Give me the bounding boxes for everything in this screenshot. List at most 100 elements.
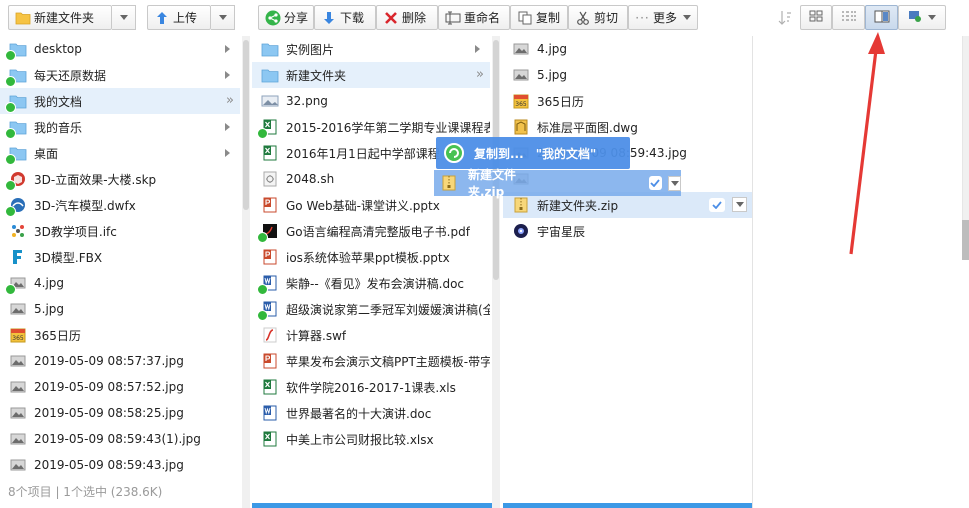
list-item[interactable]: 宇宙星辰 xyxy=(503,218,753,244)
image-file-icon xyxy=(8,300,28,318)
new-folder-dropdown[interactable] xyxy=(112,5,136,30)
list-item-label: 2015-2016学年第二学期专业课课程表 xyxy=(286,120,490,135)
grid-view-icon xyxy=(809,10,823,25)
copy-label: 复制 xyxy=(536,11,561,25)
new-folder-button[interactable]: 新建文件夹 xyxy=(8,5,112,30)
list-item[interactable]: 2019-05-09 08:57:37.jpg xyxy=(0,348,240,374)
list-item[interactable]: 苹果发布会演示文稿PPT主题模板-带字 xyxy=(252,348,490,374)
list-item[interactable]: 每天还原数据 xyxy=(0,62,240,88)
column-1-scrollbar[interactable] xyxy=(242,36,250,508)
excel-file-icon xyxy=(260,378,280,396)
list-item[interactable]: desktop xyxy=(0,36,240,62)
preview-scroll-thumb[interactable] xyxy=(962,220,969,260)
list-item[interactable]: 2019-05-09 08:57:52.jpg xyxy=(0,374,240,400)
list-item[interactable]: 4.jpg xyxy=(0,270,240,296)
sync-badge-icon xyxy=(5,206,16,217)
list-item-label: 桌面 xyxy=(34,146,59,161)
list-item[interactable]: 实例图片 xyxy=(252,36,490,62)
upload-button[interactable]: 上传 xyxy=(147,5,211,30)
list-item-label: 计算器.swf xyxy=(286,328,347,343)
list-item[interactable]: ios系统体验苹果ppt模板.pptx xyxy=(252,244,490,270)
upload-dropdown[interactable] xyxy=(211,5,235,30)
chevron-right-icon xyxy=(225,71,230,79)
share-button[interactable]: 分享 xyxy=(258,5,314,30)
sync-badge-icon xyxy=(257,310,268,321)
sync-badge-icon xyxy=(5,50,16,61)
display-settings-icon xyxy=(908,9,922,26)
list-view-icon xyxy=(841,10,857,25)
scissors-icon xyxy=(575,10,591,26)
list-item[interactable]: 软件学院2016-2017-1课表.xls xyxy=(252,374,490,400)
chevron-right-icon xyxy=(225,123,230,131)
list-item[interactable]: 365 365日历 xyxy=(0,322,240,348)
list-item[interactable]: 32.png xyxy=(252,88,490,114)
list-item[interactable]: 桌面 xyxy=(0,140,240,166)
drag-ghost-item: 新建文件夹.zip xyxy=(434,168,681,199)
list-item-label: 2019-05-09 08:59:43.jpg xyxy=(34,458,184,472)
view-list-button[interactable] xyxy=(832,5,865,30)
list-item[interactable]: 2019-05-09 08:59:43(1).jpg xyxy=(0,426,240,452)
column-2-scrollbar[interactable] xyxy=(492,36,500,508)
list-item[interactable]: 3D-立面效果-大楼.skp xyxy=(0,166,240,192)
list-item-label: 柴静--《看见》发布会演讲稿.doc xyxy=(286,276,465,291)
column-3-progress-bar xyxy=(503,503,753,508)
list-item-label: 2019-05-09 08:57:52.jpg xyxy=(34,380,184,394)
copy-button[interactable]: 复制 xyxy=(510,5,568,30)
list-item-label: 32.png xyxy=(286,94,328,108)
upload-arrow-icon xyxy=(154,10,170,26)
cut-button[interactable]: 剪切 xyxy=(568,5,628,30)
word-file-icon xyxy=(260,404,280,422)
list-item[interactable]: 3D教学项目.ifc xyxy=(0,218,240,244)
checkmark-icon[interactable] xyxy=(709,198,725,212)
list-item[interactable]: 3D-汽车模型.dwfx xyxy=(0,192,240,218)
list-item[interactable]: 5.jpg xyxy=(503,62,753,88)
item-dropdown[interactable] xyxy=(732,197,747,212)
view-large-icons-button[interactable] xyxy=(800,5,832,30)
list-item-label: 365日历 xyxy=(537,94,584,109)
sort-icon[interactable] xyxy=(778,10,792,26)
more-dots-icon: ··· xyxy=(635,10,650,25)
delete-button[interactable]: 删除 xyxy=(376,5,438,30)
status-bar: 8个项目 | 1个选中 (238.6K) xyxy=(8,485,163,499)
download-button[interactable]: 下载 xyxy=(314,5,376,30)
excel-file-icon xyxy=(257,118,280,139)
list-item-label: 每天还原数据 xyxy=(34,68,107,83)
list-item[interactable]: 2019-05-09 08:59:43.jpg xyxy=(0,452,240,478)
list-item[interactable]: 5.jpg xyxy=(0,296,240,322)
list-item-label: 4.jpg xyxy=(537,42,568,56)
list-item[interactable]: 2019-05-09 08:58:25.jpg xyxy=(0,400,240,426)
list-item[interactable]: 我的文档 » xyxy=(0,88,240,114)
view-options-button[interactable] xyxy=(898,5,946,30)
list-item[interactable]: 我的音乐 xyxy=(0,114,240,140)
list-item[interactable]: 超级演说家第二季冠军刘媛媛演讲稿(全 xyxy=(252,296,490,322)
preview-scrollbar[interactable] xyxy=(962,36,969,220)
list-item[interactable]: 中美上市公司财报比较.xlsx xyxy=(252,426,490,452)
list-item[interactable]: 计算器.swf xyxy=(252,322,490,348)
list-item-label: 新建文件夹.zip xyxy=(537,198,619,213)
list-item[interactable]: 4.jpg xyxy=(503,36,753,62)
list-item[interactable]: 新建文件夹 » xyxy=(252,62,490,88)
folder-synced-icon xyxy=(5,92,28,113)
more-button[interactable]: ··· 更多 xyxy=(628,5,698,30)
list-item[interactable]: 365 365日历 xyxy=(503,88,753,114)
chevron-right-icon xyxy=(225,149,230,157)
calendar-app-icon: 365 xyxy=(8,326,28,344)
sync-badge-icon xyxy=(257,284,268,295)
list-item-label: Go语言编程高清完整版电子书.pdf xyxy=(286,224,470,239)
list-item-label: 实例图片 xyxy=(286,42,335,57)
item-dropdown[interactable] xyxy=(668,175,681,191)
upload-label: 上传 xyxy=(173,11,198,25)
download-arrow-icon xyxy=(321,10,337,26)
column-1-list: desktop 每天还原数据 我的文档 » 我的音乐 桌面 3D-立面效果-大楼.skp 3D… xyxy=(0,36,240,508)
rename-button[interactable]: 重命名 xyxy=(438,5,510,30)
list-item[interactable]: 柴静--《看见》发布会演讲稿.doc xyxy=(252,270,490,296)
list-item[interactable]: Go语言编程高清完整版电子书.pdf xyxy=(252,218,490,244)
list-item[interactable]: 3D模型.FBX xyxy=(0,244,240,270)
checkmark-icon xyxy=(648,176,663,190)
list-item-label: 2048.sh xyxy=(286,172,335,186)
delete-x-icon xyxy=(383,10,399,26)
image-file-icon xyxy=(511,40,531,58)
view-columns-button[interactable] xyxy=(865,5,898,30)
list-item[interactable]: 世界最著名的十大演讲.doc xyxy=(252,400,490,426)
column-2-list: 实例图片 新建文件夹 » 32.png 2015-2016学年第二学期专业课课程表 201… xyxy=(252,36,490,508)
